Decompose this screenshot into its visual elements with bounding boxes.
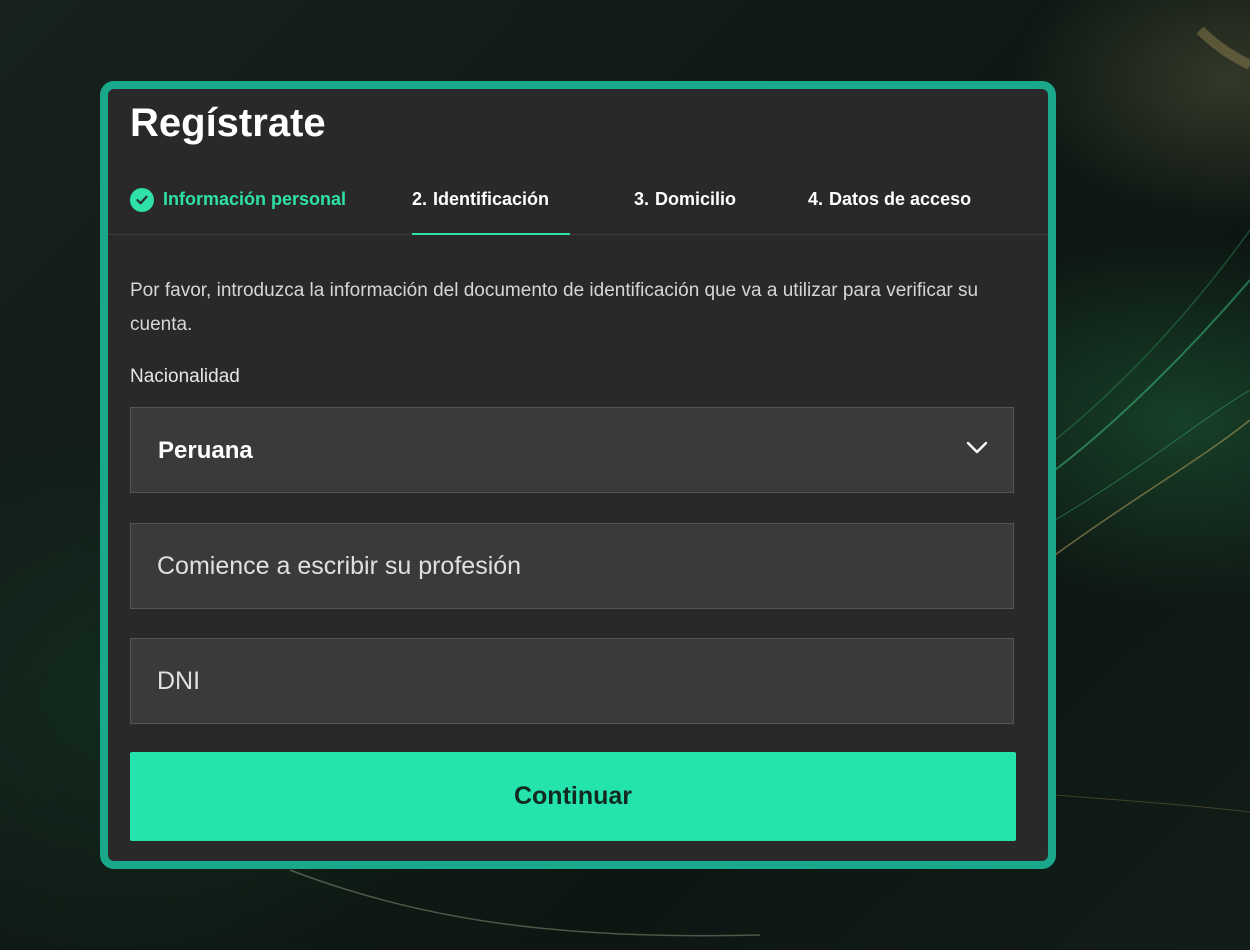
page-title: Regístrate bbox=[130, 101, 326, 145]
chevron-down-icon bbox=[966, 441, 988, 460]
tab-identification[interactable]: 2. Identificación bbox=[412, 177, 549, 222]
active-tab-indicator bbox=[412, 233, 570, 235]
tab-label: Datos de acceso bbox=[829, 189, 972, 209]
tab-personal-info[interactable]: Información personal bbox=[130, 177, 346, 222]
tab-label: Información personal bbox=[163, 189, 347, 209]
tab-label: Domicilio bbox=[655, 189, 737, 209]
dni-input[interactable] bbox=[130, 638, 1014, 724]
tab-number: 4. bbox=[808, 189, 824, 209]
profession-input[interactable] bbox=[130, 523, 1014, 609]
step-tabs: Información personal 2. Identificación 3… bbox=[108, 187, 1048, 235]
instructions-text: Por favor, introduzca la información del… bbox=[130, 280, 979, 335]
tab-address[interactable]: 3. Domicilio bbox=[634, 177, 736, 222]
nationality-label: Nacionalidad bbox=[130, 366, 240, 387]
check-circle-icon bbox=[130, 187, 154, 212]
tab-number: 3. bbox=[634, 189, 650, 209]
tab-label: Identificación bbox=[433, 189, 550, 209]
tab-number: 2. bbox=[412, 189, 428, 209]
nationality-value: Peruana bbox=[158, 437, 253, 464]
continue-button[interactable]: Continuar bbox=[130, 752, 1016, 841]
registration-card: Regístrate Información personal 2. Ident… bbox=[100, 81, 1056, 869]
tab-access-data[interactable]: 4. Datos de acceso bbox=[808, 177, 971, 222]
nationality-select[interactable]: Peruana bbox=[130, 407, 1014, 493]
